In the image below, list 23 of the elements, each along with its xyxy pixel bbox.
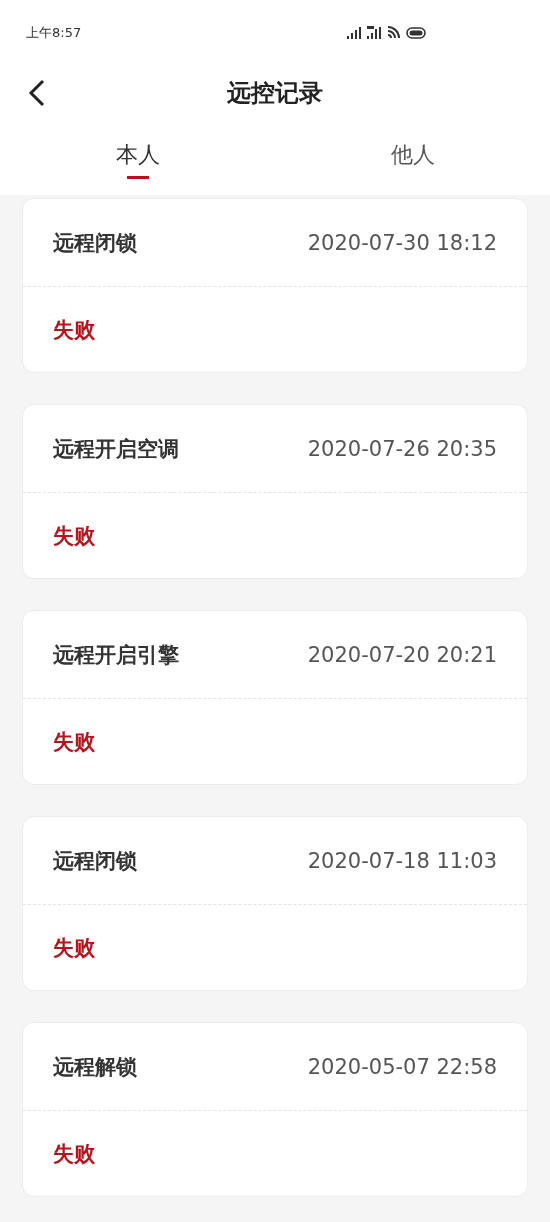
record-time: 2020-07-18 11:03 [307,848,497,873]
action-name: 远程开启空调 [53,435,179,463]
result-status: 失败 [53,316,95,344]
result-status: 失败 [53,728,95,756]
action-name: 远程解锁 [53,1053,137,1081]
record-time: 2020-07-20 20:21 [307,642,497,667]
tab[interactable]: 他人 [275,120,550,195]
status-time: 上午8:57 [26,23,82,42]
action-name: 远程闭锁 [53,847,137,875]
action-name: 远程开启引擎 [53,641,179,669]
record-time: 2020-07-30 18:12 [307,230,497,255]
battery-icon [406,26,426,39]
signal-icon [347,26,361,39]
result-status: 失败 [53,934,95,962]
page-title: 远控记录 [227,77,323,109]
action-name: 远程闭锁 [53,229,137,257]
result-status: 失败 [53,522,95,550]
tab[interactable]: 本人 [0,120,275,195]
record-time: 2020-07-26 20:35 [307,436,497,461]
signal-icon [367,26,381,39]
wifi-icon [387,26,400,39]
result-status: 失败 [53,1140,95,1168]
record-time: 2020-05-07 22:58 [307,1054,497,1079]
